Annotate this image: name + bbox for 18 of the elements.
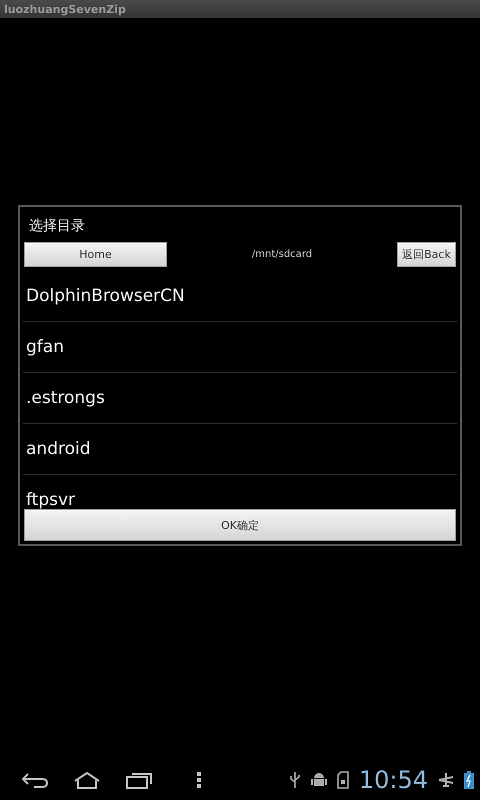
recent-apps-icon[interactable]: [124, 770, 154, 790]
window-title: luozhuangSevenZip: [4, 2, 126, 16]
ok-button[interactable]: OK确定: [24, 509, 456, 541]
android-icon: [310, 771, 327, 789]
home-button[interactable]: Home: [24, 242, 167, 266]
menu-icon[interactable]: [196, 771, 202, 789]
sd-card-icon: [336, 771, 349, 789]
current-path: /mnt/sdcard: [252, 248, 312, 260]
folder-item[interactable]: DolphinBrowserCN: [23, 271, 457, 322]
usb-icon: [288, 771, 301, 789]
folder-item[interactable]: .estrongs: [23, 373, 457, 424]
folder-item[interactable]: android: [23, 424, 457, 475]
dialog-title: 选择目录: [28, 217, 86, 236]
battery-icon: [464, 771, 474, 789]
folder-item[interactable]: gfan: [23, 322, 457, 373]
back-button[interactable]: 返回Back: [397, 242, 456, 266]
home-icon[interactable]: [72, 770, 102, 790]
clock-time: 10:54: [358, 766, 428, 794]
